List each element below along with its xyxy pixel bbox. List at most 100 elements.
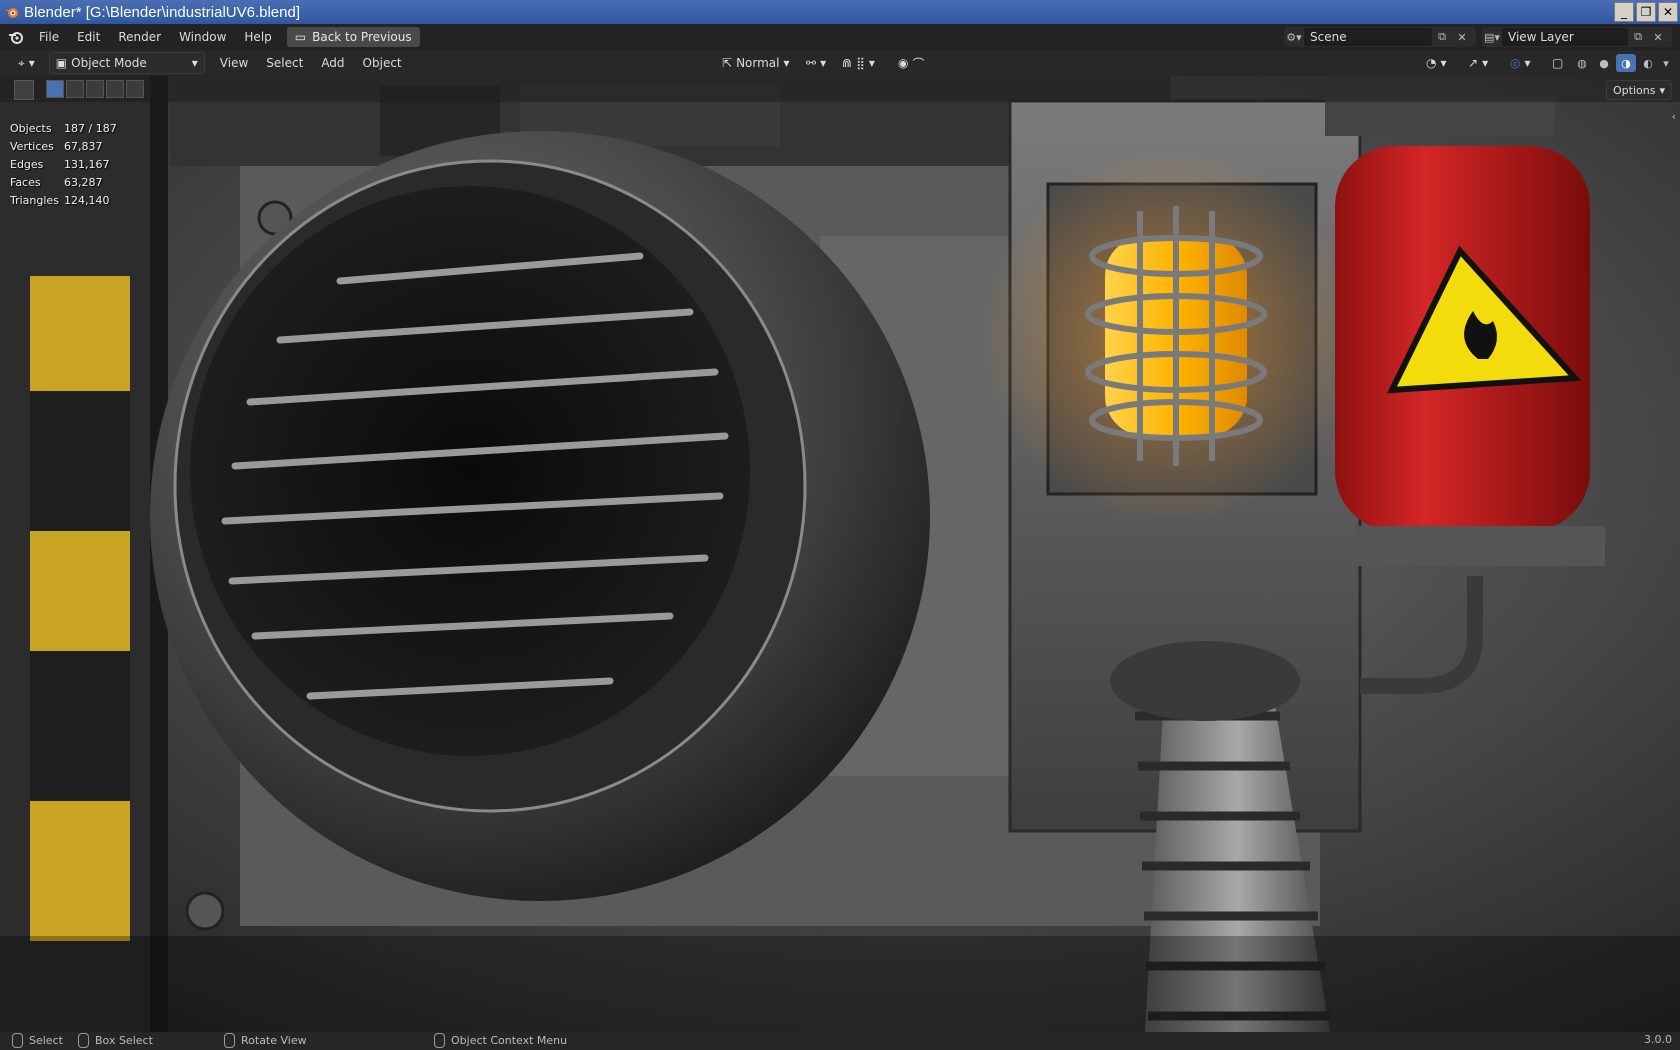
select-extend-icon[interactable] — [66, 80, 84, 98]
status-select: Select — [12, 1033, 63, 1048]
view-layer-name-field[interactable]: View Layer — [1502, 28, 1628, 46]
viewport-header: ⌖ ▾ ▣ Object Mode ▾ View Select Add Objec… — [0, 50, 1680, 76]
orientation-icon: ⇱ — [722, 56, 733, 70]
menu-object[interactable]: Object — [354, 52, 411, 74]
xray-toggle[interactable]: ▢ — [1546, 53, 1569, 73]
proportional-edit-icon: ◉ — [898, 56, 909, 70]
wireframe-shading-icon[interactable]: ◍ — [1572, 54, 1592, 72]
tool-settings-bar — [0, 76, 1680, 102]
pivot-icon: ⚯ — [806, 56, 817, 70]
solid-shading-icon[interactable]: ● — [1594, 54, 1614, 72]
blender-logo-icon — [5, 8, 18, 18]
stat-value: 124,140 — [64, 194, 110, 207]
active-tool-icon[interactable] — [14, 80, 34, 100]
top-menubar: File Edit Render Window Help ▭ Back to P… — [0, 24, 1680, 50]
stat-label: Faces — [10, 176, 41, 189]
select-subtract-icon[interactable] — [86, 80, 104, 98]
stat-label: Vertices — [10, 140, 54, 153]
gizmo-dropdown[interactable]: ↗ ▾ — [1462, 53, 1494, 73]
status-box-select: Box Select — [78, 1033, 153, 1048]
chevron-down-icon: ▾ — [191, 56, 198, 70]
3d-view-icon: ⌖ — [18, 55, 25, 70]
stat-label: Triangles — [10, 194, 59, 207]
menu-select[interactable]: Select — [257, 52, 312, 74]
menu-edit[interactable]: Edit — [68, 26, 109, 48]
rendered-shading-icon[interactable]: ◐ — [1638, 54, 1658, 72]
mouse-left-icon — [12, 1033, 23, 1048]
chevron-down-icon: ▾ — [28, 56, 35, 70]
options-label: Options — [1613, 83, 1656, 97]
mode-label: Object Mode — [71, 56, 147, 70]
stat-value: 63,287 — [64, 176, 103, 189]
viewport-render — [0, 76, 1680, 1032]
sidebar-toggle-icon[interactable]: ‹ — [1672, 110, 1676, 123]
new-view-layer-icon[interactable]: ⧉ — [1628, 28, 1648, 46]
status-select-label: Select — [29, 1034, 63, 1047]
stat-row-edges: Edges 131,167 — [10, 156, 117, 174]
menu-window[interactable]: Window — [170, 26, 235, 48]
selection-mode-group — [46, 80, 144, 98]
gizmo-icon: ↗ — [1468, 56, 1479, 70]
chevron-down-icon: ▾ — [868, 56, 875, 70]
pivot-point-dropdown[interactable]: ⚯ ▾ — [800, 53, 832, 73]
chevron-down-icon: ▾ — [1482, 56, 1489, 70]
blender-menu-icon[interactable] — [8, 29, 24, 45]
snap-grid-icon: ⣿ — [856, 56, 865, 70]
chevron-down-icon: ▾ — [820, 56, 827, 70]
back-to-previous-button[interactable]: ▭ Back to Previous — [286, 27, 420, 47]
menu-render[interactable]: Render — [109, 26, 170, 48]
stat-value: 131,167 — [64, 158, 110, 171]
snap-toggle[interactable]: ⋒ ⣿ ▾ — [836, 53, 881, 73]
scene-icon: ⚙▾ — [1286, 30, 1302, 44]
menu-file[interactable]: File — [30, 26, 68, 48]
3d-viewport[interactable]: Options ▾ Objects 187 / 187 Vertices 67,83… — [0, 76, 1680, 1032]
restore-button[interactable]: ❐ — [1636, 2, 1656, 22]
stat-row-vertices: Vertices 67,837 — [10, 138, 117, 156]
monitor-icon: ▭ — [294, 30, 307, 44]
menu-view[interactable]: View — [211, 52, 257, 74]
menu-add[interactable]: Add — [312, 52, 353, 74]
menu-help[interactable]: Help — [235, 26, 280, 48]
mouse-right-icon — [434, 1033, 445, 1048]
options-dropdown[interactable]: Options ▾ — [1606, 80, 1672, 100]
select-intersect-icon[interactable] — [126, 80, 144, 98]
chevron-down-icon: ▾ — [1524, 56, 1531, 70]
transform-orientation-dropdown[interactable]: ⇱ Normal ▾ — [716, 53, 796, 73]
visibility-dropdown[interactable]: ◔ ▾ — [1420, 53, 1453, 73]
select-new-icon[interactable] — [46, 80, 64, 98]
chevron-down-icon: ▾ — [1659, 83, 1665, 97]
close-button[interactable]: ✕ — [1658, 2, 1678, 22]
mouse-middle-icon — [224, 1033, 235, 1048]
minimize-button[interactable]: _ — [1614, 2, 1634, 22]
stat-label: Edges — [10, 158, 44, 171]
material-preview-shading-icon[interactable]: ◑ — [1616, 54, 1636, 72]
status-box-select-label: Box Select — [95, 1034, 153, 1047]
mode-dropdown[interactable]: ▣ Object Mode ▾ — [48, 52, 205, 74]
back-to-previous-label: Back to Previous — [312, 30, 412, 44]
delete-scene-icon[interactable]: ✕ — [1452, 28, 1472, 46]
stat-value: 67,837 — [64, 140, 103, 153]
view-layer-selector[interactable]: ▤▾ View Layer ⧉ ✕ — [1482, 27, 1672, 47]
status-rotate-view-label: Rotate View — [241, 1034, 307, 1047]
overlays-icon: ◎ — [1510, 56, 1521, 70]
editor-type-dropdown[interactable]: ⌖ ▾ — [12, 53, 41, 73]
object-mode-icon: ▣ — [55, 56, 68, 70]
scene-statistics: Objects 187 / 187 Vertices 67,837 Edges 131… — [10, 120, 117, 210]
stat-label: Objects — [10, 122, 52, 135]
status-bar: Select Box Select Rotate View Object Con… — [0, 1032, 1680, 1050]
xray-icon: ▢ — [1552, 56, 1564, 70]
stat-value: 187 / 187 — [64, 122, 117, 135]
view-layer-icon: ▤▾ — [1484, 30, 1500, 44]
shading-mode-group: ◍ ● ◑ ◐ — [1572, 54, 1658, 72]
delete-view-layer-icon[interactable]: ✕ — [1648, 28, 1668, 46]
shading-options-chevron-icon[interactable]: ▾ — [1656, 54, 1676, 72]
stat-row-triangles: Triangles 124,140 — [10, 192, 117, 210]
overlays-dropdown[interactable]: ◎ ▾ — [1504, 53, 1537, 73]
falloff-curve-icon: ⌒ — [912, 56, 925, 71]
scene-selector[interactable]: ⚙▾ Scene ⧉ ✕ — [1284, 27, 1476, 47]
scene-name-field[interactable]: Scene — [1304, 28, 1432, 46]
new-scene-icon[interactable]: ⧉ — [1432, 28, 1452, 46]
select-invert-icon[interactable] — [106, 80, 124, 98]
proportional-edit-toggle[interactable]: ◉ ⌒ — [892, 53, 931, 73]
stat-row-objects: Objects 187 / 187 — [10, 120, 117, 138]
